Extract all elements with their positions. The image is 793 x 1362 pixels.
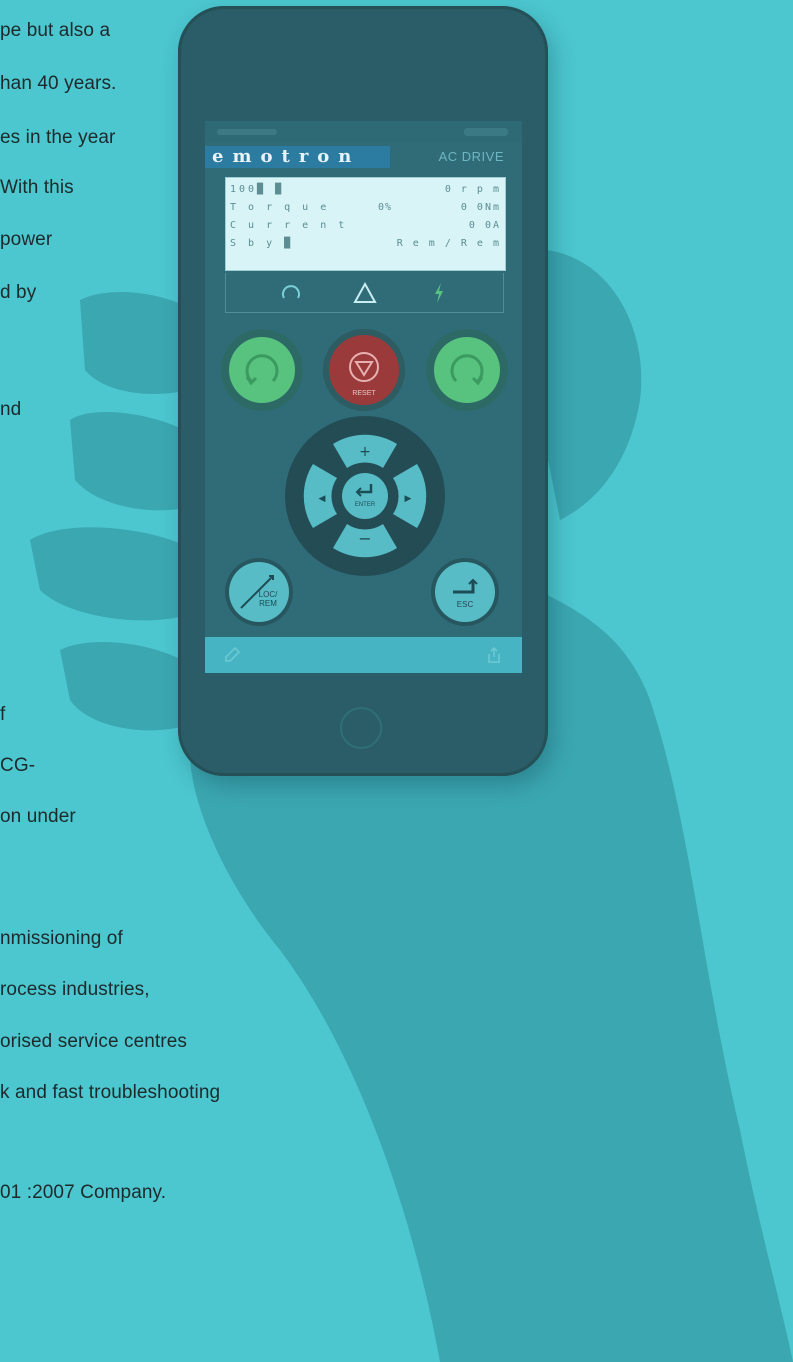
app-subtitle: AC DRIVE — [438, 149, 504, 164]
run-forward-button[interactable] — [434, 337, 500, 403]
lcd-row: C u r r e n t 0 0A — [230, 217, 501, 235]
lcd-value: 100█ █ — [230, 184, 285, 195]
status-bar — [205, 121, 522, 143]
body-text-line: f — [0, 704, 6, 725]
app-tab-bar — [205, 637, 522, 673]
minus-label: − — [358, 529, 371, 548]
body-text-line: nmissioning of — [0, 928, 123, 949]
enter-button[interactable]: ENTER — [342, 473, 388, 519]
signal-icon — [217, 129, 277, 135]
lcd-value: R e m / R e m — [396, 238, 501, 249]
body-text-line: on under — [0, 806, 76, 827]
body-text-line: rocess industries, — [0, 979, 150, 1000]
body-text-line: orised service centres — [0, 1031, 187, 1052]
warning-triangle-icon — [353, 281, 377, 303]
lcd-label: S b y █ — [230, 238, 294, 249]
reset-label: RESET — [352, 390, 376, 397]
edit-icon[interactable] — [223, 646, 241, 664]
esc-label: ESC — [456, 600, 474, 609]
app-screen: emotron AC DRIVE 100█ █ 0 r p m T o r q … — [205, 121, 522, 673]
lightning-icon — [435, 283, 443, 303]
brand-logo: emotron — [205, 146, 390, 168]
rotate-left-icon — [245, 354, 279, 386]
esc-button[interactable]: ESC — [435, 562, 495, 622]
plus-label: + — [359, 444, 371, 460]
back-arrow-icon — [453, 578, 478, 594]
rotate-right-icon — [450, 354, 484, 386]
lcd-value: 0 0A — [468, 220, 501, 231]
body-text-line: d by — [0, 282, 37, 303]
lcd-row: T o r q u e 0% 0 0Nm — [230, 199, 501, 217]
status-icons-row — [225, 273, 504, 313]
body-text-line: nd — [0, 399, 22, 420]
body-text-line: es in the year — [0, 127, 116, 148]
lcd-row: 100█ █ 0 r p m — [230, 181, 501, 199]
lcd-value: 0 0Nm — [460, 202, 501, 213]
body-text-line: CG- — [0, 755, 36, 776]
home-button[interactable] — [340, 707, 382, 749]
body-text-line: With this — [0, 177, 74, 198]
lcd-label: T o r q u e — [230, 202, 330, 213]
left-arrow-icon: ◀ — [319, 494, 326, 504]
stop-reset-button[interactable]: RESET — [329, 335, 399, 405]
right-arrow-icon: ▶ — [405, 494, 412, 504]
body-text-line: pe but also a — [0, 20, 111, 41]
body-text-line: han 40 years. — [0, 73, 117, 94]
loc-rem-label: LOC/ REM — [258, 590, 278, 608]
lcd-label: C u r r e n t — [230, 220, 348, 231]
body-text-line: 01 :2007 Company. — [0, 1182, 167, 1203]
body-text-line: power — [0, 229, 53, 250]
run-reverse-button[interactable] — [229, 337, 295, 403]
lcd-value: 0% — [378, 202, 393, 213]
body-text-line: k and fast troubleshooting — [0, 1082, 221, 1103]
rotation-icon — [282, 285, 300, 299]
lcd-display: 100█ █ 0 r p m T o r q u e 0% 0 0Nm C u … — [225, 177, 506, 271]
enter-arrow-icon — [355, 484, 373, 497]
enter-label: ENTER — [354, 502, 376, 508]
share-icon[interactable] — [485, 646, 503, 664]
lcd-row: S b y █ R e m / R e m — [230, 235, 501, 253]
loc-rem-button[interactable]: LOC/ REM — [229, 562, 289, 622]
lcd-value: 0 r p m — [444, 184, 501, 195]
battery-icon — [464, 128, 508, 136]
